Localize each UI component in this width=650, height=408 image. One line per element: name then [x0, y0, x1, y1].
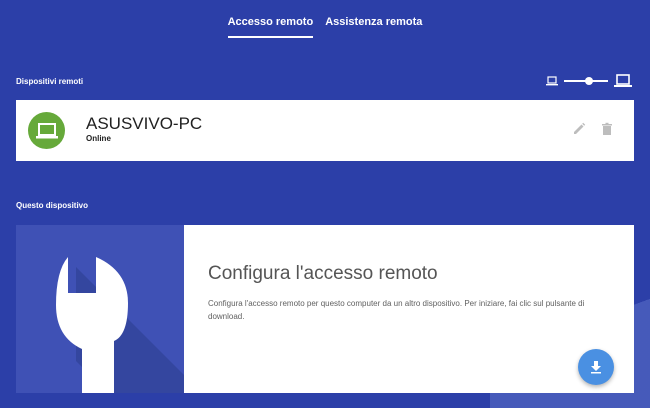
download-icon	[591, 361, 601, 374]
slider-thumb[interactable]	[585, 77, 593, 85]
this-device-card: Configura l'accesso remoto Configura l'a…	[16, 225, 634, 393]
device-name: ASUSVIVO-PC	[86, 114, 203, 133]
device-size-slider[interactable]	[564, 74, 608, 88]
this-device-label: Questo dispositivo	[16, 201, 89, 210]
edit-icon[interactable]	[571, 121, 587, 137]
tab-assistenza-remota[interactable]: Assistenza remota	[325, 0, 422, 38]
large-laptop-icon[interactable]	[614, 74, 632, 88]
device-status: Online	[86, 134, 111, 143]
small-laptop-icon[interactable]	[546, 76, 558, 86]
delete-icon[interactable]	[599, 121, 615, 137]
hero-panel	[16, 225, 184, 393]
device-size-control	[546, 74, 634, 88]
configure-title: Configura l'accesso remoto	[208, 263, 438, 284]
tab-accesso-remoto[interactable]: Accesso remoto	[227, 0, 314, 38]
device-avatar	[28, 112, 65, 149]
remote-devices-label: Dispositivi remoti	[16, 77, 84, 86]
wrench-icon	[56, 257, 184, 393]
remote-device-card[interactable]: ASUSVIVO-PC Online	[16, 100, 634, 161]
configure-description: Configura l'accesso remoto per questo co…	[208, 299, 585, 321]
download-button[interactable]	[578, 349, 614, 385]
top-navigation: Accesso remoto Assistenza remota	[0, 0, 650, 40]
laptop-icon	[35, 122, 58, 138]
